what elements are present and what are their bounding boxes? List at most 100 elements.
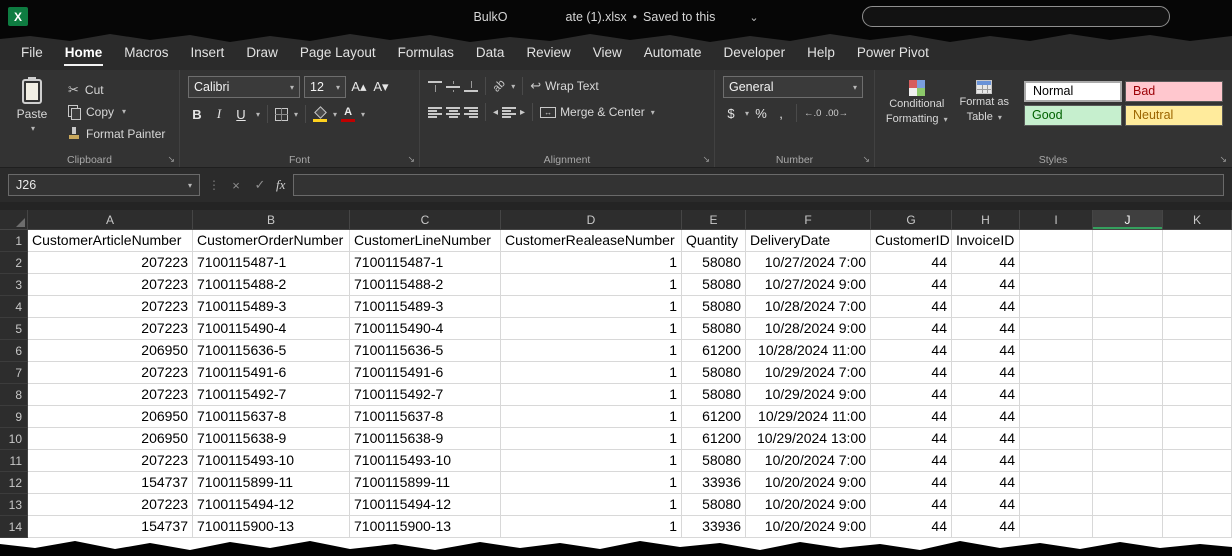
cell-H5[interactable]: 44 <box>952 318 1020 340</box>
cell-C4[interactable]: 7100115489-3 <box>350 296 501 318</box>
formula-bar-handle-icon[interactable]: ⋮ <box>208 178 220 192</box>
cell-J1[interactable] <box>1093 230 1163 252</box>
formula-input[interactable] <box>293 174 1224 196</box>
column-header-E[interactable]: E <box>682 210 746 230</box>
cell-C8[interactable]: 7100115492-7 <box>350 384 501 406</box>
cell-D6[interactable]: 1 <box>501 340 682 362</box>
cell-K9[interactable] <box>1163 406 1232 428</box>
underline-button[interactable]: U <box>232 104 250 124</box>
title-chevron-icon[interactable]: ⌄ <box>749 11 758 24</box>
cell-I10[interactable] <box>1020 428 1093 450</box>
orientation-icon[interactable]: ab <box>491 77 508 94</box>
cell-A5[interactable]: 207223 <box>28 318 193 340</box>
cell-J7[interactable] <box>1093 362 1163 384</box>
cell-style-bad[interactable]: Bad <box>1125 81 1223 102</box>
cell-H9[interactable]: 44 <box>952 406 1020 428</box>
cell-G8[interactable]: 44 <box>871 384 952 406</box>
row-header-11[interactable]: 11 <box>0 450 28 472</box>
tab-developer[interactable]: Developer <box>713 34 797 70</box>
cell-A2[interactable]: 207223 <box>28 252 193 274</box>
cell-K4[interactable] <box>1163 296 1232 318</box>
cell-C11[interactable]: 7100115493-10 <box>350 450 501 472</box>
row-header-6[interactable]: 6 <box>0 340 28 362</box>
cell-G14[interactable]: 44 <box>871 516 952 538</box>
cell-G5[interactable]: 44 <box>871 318 952 340</box>
cell-B8[interactable]: 7100115492-7 <box>193 384 350 406</box>
cell-D13[interactable]: 1 <box>501 494 682 516</box>
row-header-1[interactable]: 1 <box>0 230 28 252</box>
cell-D3[interactable]: 1 <box>501 274 682 296</box>
cell-G12[interactable]: 44 <box>871 472 952 494</box>
cell-E10[interactable]: 61200 <box>682 428 746 450</box>
cell-I2[interactable] <box>1020 252 1093 274</box>
borders-icon[interactable] <box>275 108 288 121</box>
cell-H11[interactable]: 44 <box>952 450 1020 472</box>
cell-A6[interactable]: 206950 <box>28 340 193 362</box>
cell-D10[interactable]: 1 <box>501 428 682 450</box>
cell-F11[interactable]: 10/20/2024 7:00 <box>746 450 871 472</box>
cell-H12[interactable]: 44 <box>952 472 1020 494</box>
tab-power-pivot[interactable]: Power Pivot <box>846 34 940 70</box>
cell-K13[interactable] <box>1163 494 1232 516</box>
cell-E11[interactable]: 58080 <box>682 450 746 472</box>
cell-B1[interactable]: CustomerOrderNumber <box>193 230 350 252</box>
cell-F12[interactable]: 10/20/2024 9:00 <box>746 472 871 494</box>
cell-J6[interactable] <box>1093 340 1163 362</box>
cell-H6[interactable]: 44 <box>952 340 1020 362</box>
cell-C9[interactable]: 7100115637-8 <box>350 406 501 428</box>
cell-B5[interactable]: 7100115490-4 <box>193 318 350 340</box>
increase-indent-icon[interactable]: ▸ <box>520 107 525 118</box>
cell-G13[interactable]: 44 <box>871 494 952 516</box>
cell-I1[interactable] <box>1020 230 1093 252</box>
row-header-5[interactable]: 5 <box>0 318 28 340</box>
cell-G6[interactable]: 44 <box>871 340 952 362</box>
cell-F10[interactable]: 10/29/2024 13:00 <box>746 428 871 450</box>
cell-A14[interactable]: 154737 <box>28 516 193 538</box>
cancel-entry-icon[interactable]: × <box>228 178 244 193</box>
row-header-3[interactable]: 3 <box>0 274 28 296</box>
cell-style-good[interactable]: Good <box>1024 105 1122 126</box>
cell-D7[interactable]: 1 <box>501 362 682 384</box>
row-header-14[interactable]: 14 <box>0 516 28 538</box>
cell-C10[interactable]: 7100115638-9 <box>350 428 501 450</box>
row-header-8[interactable]: 8 <box>0 384 28 406</box>
font-color-icon[interactable]: A <box>341 107 355 122</box>
cell-H10[interactable]: 44 <box>952 428 1020 450</box>
decrease-indent-icon[interactable]: ◂ <box>493 107 498 118</box>
cell-C13[interactable]: 7100115494-12 <box>350 494 501 516</box>
cell-K10[interactable] <box>1163 428 1232 450</box>
row-header-9[interactable]: 9 <box>0 406 28 428</box>
tab-review[interactable]: Review <box>515 34 581 70</box>
cell-B7[interactable]: 7100115491-6 <box>193 362 350 384</box>
cell-F13[interactable]: 10/20/2024 9:00 <box>746 494 871 516</box>
cell-C14[interactable]: 7100115900-13 <box>350 516 501 538</box>
column-header-G[interactable]: G <box>871 210 952 230</box>
column-header-D[interactable]: D <box>501 210 682 230</box>
cell-G7[interactable]: 44 <box>871 362 952 384</box>
cell-I12[interactable] <box>1020 472 1093 494</box>
cell-A10[interactable]: 206950 <box>28 428 193 450</box>
cell-H7[interactable]: 44 <box>952 362 1020 384</box>
tab-insert[interactable]: Insert <box>180 34 236 70</box>
cell-G2[interactable]: 44 <box>871 252 952 274</box>
cell-J13[interactable] <box>1093 494 1163 516</box>
column-header-F[interactable]: F <box>746 210 871 230</box>
cell-I9[interactable] <box>1020 406 1093 428</box>
row-header-13[interactable]: 13 <box>0 494 28 516</box>
cut-button[interactable]: ✂ Cut <box>68 81 165 98</box>
cell-I8[interactable] <box>1020 384 1093 406</box>
cell-A1[interactable]: CustomerArticleNumber <box>28 230 193 252</box>
align-center-icon[interactable] <box>446 107 460 118</box>
tab-draw[interactable]: Draw <box>235 34 289 70</box>
tab-formulas[interactable]: Formulas <box>387 34 465 70</box>
cell-C7[interactable]: 7100115491-6 <box>350 362 501 384</box>
insert-function-icon[interactable]: fx <box>276 177 285 193</box>
align-middle-icon[interactable] <box>446 81 460 92</box>
cell-F14[interactable]: 10/20/2024 9:00 <box>746 516 871 538</box>
cell-A13[interactable]: 207223 <box>28 494 193 516</box>
cell-C3[interactable]: 7100115488-2 <box>350 274 501 296</box>
cell-A11[interactable]: 207223 <box>28 450 193 472</box>
row-header-7[interactable]: 7 <box>0 362 28 384</box>
currency-format-button[interactable]: $ <box>723 106 739 121</box>
cell-I13[interactable] <box>1020 494 1093 516</box>
